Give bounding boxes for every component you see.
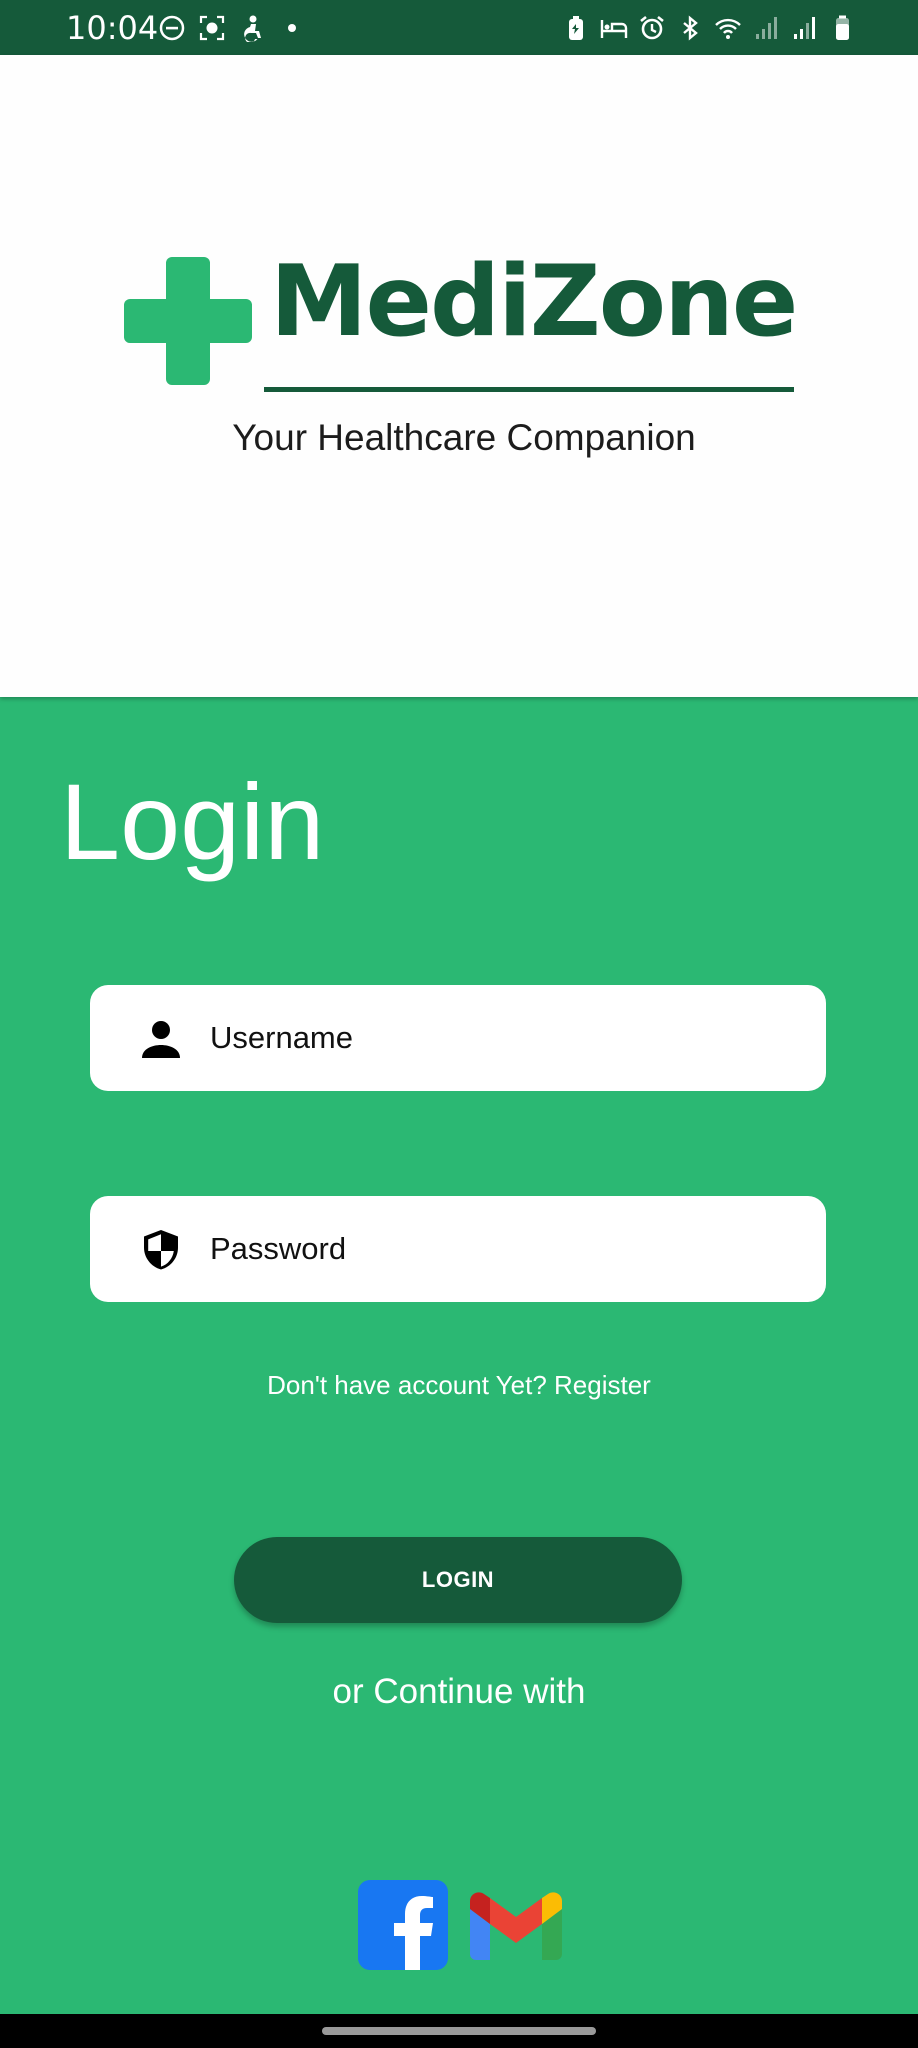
password-input[interactable] [210, 1196, 800, 1302]
medical-cross-icon [124, 257, 252, 385]
signal-2-icon [794, 17, 815, 39]
do-not-disturb-icon [159, 15, 185, 41]
status-left-icons [158, 12, 306, 44]
login-title: Login [60, 761, 325, 882]
shield-icon [144, 1230, 178, 1270]
screenshot-icon [199, 15, 225, 41]
status-time: 10:04 [66, 9, 159, 47]
gmail-icon[interactable] [470, 1890, 562, 1960]
wifi-icon [715, 18, 741, 39]
battery-saver-icon [569, 16, 583, 40]
person-icon [142, 1021, 180, 1058]
username-input[interactable] [210, 985, 800, 1091]
bluetooth-icon [683, 15, 698, 41]
facebook-icon[interactable] [358, 1880, 448, 1970]
continue-with-label: or Continue with [332, 1672, 586, 1711]
home-gesture-handle[interactable] [322, 2027, 596, 2035]
status-right-icons [562, 12, 856, 44]
signal-1-icon [756, 17, 777, 39]
notification-dot-icon [288, 24, 296, 32]
brand-name: MediZone [270, 245, 798, 359]
brand-underline [264, 387, 794, 392]
bed-icon [600, 20, 628, 38]
accessibility-icon [244, 15, 261, 42]
login-button[interactable]: LOGIN [234, 1537, 682, 1623]
header-banner: MediZone Your Healthcare Companion [0, 55, 918, 697]
brand-tagline: Your Healthcare Companion [232, 417, 696, 458]
medizone-logo: MediZone Your Healthcare Companion [124, 245, 804, 517]
battery-icon [836, 15, 849, 40]
register-link[interactable]: Don't have account Yet? Register [0, 1370, 918, 1401]
username-field[interactable] [90, 985, 826, 1091]
status-bar: 10:04 [0, 0, 918, 55]
alarm-icon [640, 15, 664, 40]
password-field[interactable] [90, 1196, 826, 1302]
